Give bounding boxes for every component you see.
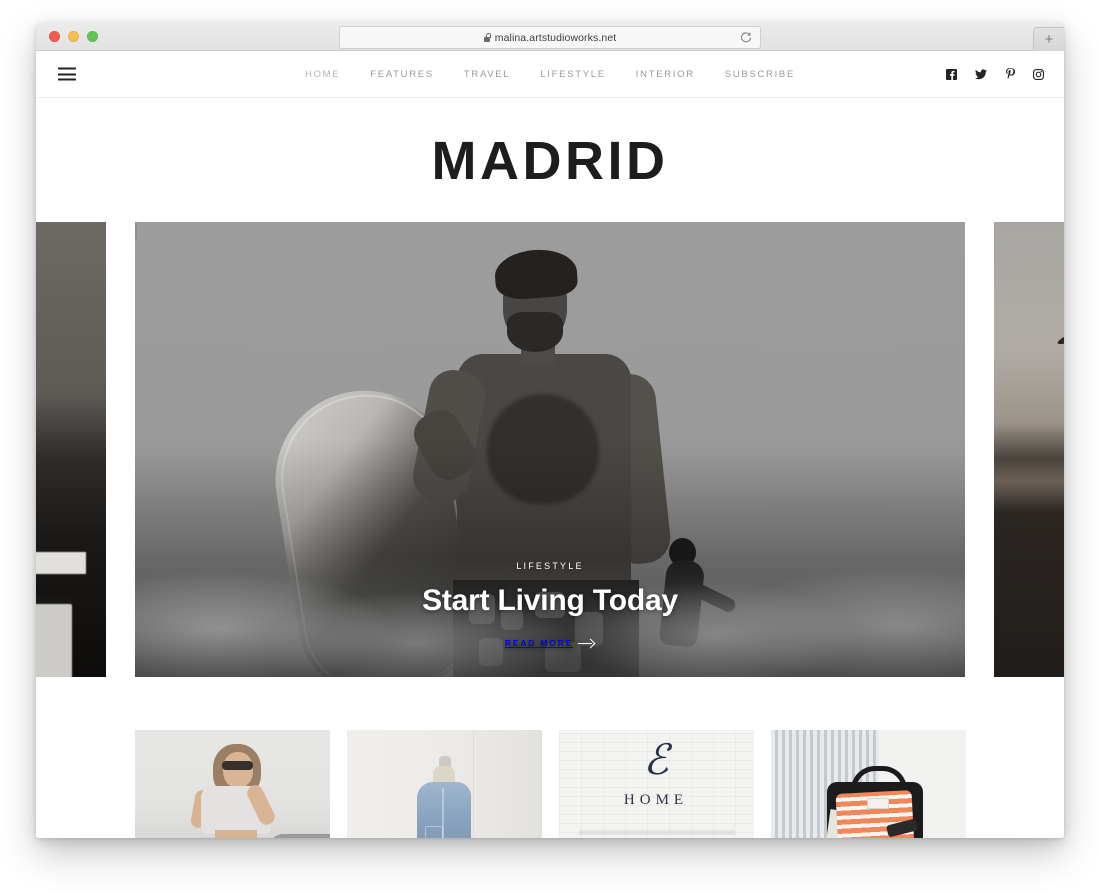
close-window-button[interactable] xyxy=(49,31,60,42)
nav-item-features[interactable]: FEATURES xyxy=(370,69,434,80)
reload-icon[interactable] xyxy=(740,31,752,43)
slider-previous-slide[interactable] xyxy=(36,222,106,677)
hero-slider: LIFESTYLE Start Living Today READ MORE xyxy=(36,222,1064,677)
palm-frond-shape xyxy=(1055,321,1064,348)
thumb1-face-shape xyxy=(222,752,253,788)
lock-icon xyxy=(484,33,491,42)
hamburger-line xyxy=(58,78,76,81)
nav-item-lifestyle[interactable]: LIFESTYLE xyxy=(540,69,605,80)
facebook-icon[interactable] xyxy=(946,68,957,80)
twitter-icon[interactable] xyxy=(975,68,987,80)
pinterest-icon[interactable] xyxy=(1005,68,1015,80)
arrow-right-icon xyxy=(578,639,595,648)
social-links xyxy=(946,68,1044,80)
hamburger-line xyxy=(58,67,76,70)
hero-read-more-label: READ MORE xyxy=(504,638,574,648)
site-title: MADRID xyxy=(431,131,669,191)
site-title-block: MADRID xyxy=(36,98,1064,222)
hamburger-icon[interactable] xyxy=(58,67,76,81)
thumbnail-item[interactable] xyxy=(134,730,330,838)
next-slide-image xyxy=(994,222,1064,677)
nav-item-subscribe[interactable]: SUBSCRIBE xyxy=(725,69,795,80)
page-viewport: HOME FEATURES TRAVEL LIFESTYLE INTERIOR … xyxy=(36,51,1064,838)
drawer-shape xyxy=(36,604,72,677)
maximize-window-button[interactable] xyxy=(87,31,98,42)
thumb1-car-shape xyxy=(268,834,330,838)
primary-nav: HOME FEATURES TRAVEL LIFESTYLE INTERIOR … xyxy=(305,69,795,80)
hamburger-line xyxy=(58,73,76,75)
hero-read-more-link[interactable]: READ MORE xyxy=(505,638,595,648)
hero-caption: LIFESTYLE Start Living Today READ MORE xyxy=(135,561,965,651)
instagram-icon[interactable] xyxy=(1033,68,1044,80)
thumbnail-item[interactable]: ℰ HOME xyxy=(558,730,754,838)
thumb3-awning-shape xyxy=(578,830,735,835)
browser-window: malina.artstudioworks.net + HOME FEATURE… xyxy=(36,22,1064,838)
address-bar-content: malina.artstudioworks.net xyxy=(484,32,617,44)
thumbnail-item[interactable] xyxy=(770,730,966,838)
new-tab-button[interactable]: + xyxy=(1033,27,1064,51)
nav-item-travel[interactable]: TRAVEL xyxy=(464,69,510,80)
url-text: malina.artstudioworks.net xyxy=(494,31,617,44)
slider-next-slide[interactable] xyxy=(994,222,1064,677)
thumb2-wall-edge-shape xyxy=(472,730,474,838)
thumbnail-row: ℰ HOME xyxy=(36,730,1064,838)
home-monogram: ℰ xyxy=(643,738,669,784)
hero-title[interactable]: Start Living Today xyxy=(135,584,965,617)
browser-titlebar: malina.artstudioworks.net + xyxy=(36,22,1064,51)
nav-item-interior[interactable]: INTERIOR xyxy=(636,69,695,80)
hero-slide-active[interactable]: LIFESTYLE Start Living Today READ MORE xyxy=(135,222,965,677)
thumb1-midriff-shape xyxy=(214,830,257,838)
nav-item-home[interactable]: HOME xyxy=(305,69,340,80)
window-controls xyxy=(49,31,98,42)
thumbnail-item[interactable] xyxy=(346,730,542,838)
hero-category[interactable]: LIFESTYLE xyxy=(135,561,965,571)
home-sign-caption: HOME xyxy=(623,792,689,808)
minimize-window-button[interactable] xyxy=(68,31,79,42)
screenshot-canvas: malina.artstudioworks.net + HOME FEATURE… xyxy=(0,0,1100,894)
thumb2-denim-pocket-shape xyxy=(424,826,443,838)
thumb4-shirt-tag-shape xyxy=(866,798,889,809)
thumb1-sunglasses-shape xyxy=(221,761,253,770)
thumbnail-grid-section: ℰ HOME xyxy=(36,677,1064,838)
site-navigation-bar: HOME FEATURES TRAVEL LIFESTYLE INTERIOR … xyxy=(36,51,1064,98)
address-bar[interactable]: malina.artstudioworks.net xyxy=(339,26,761,49)
desk-shape xyxy=(36,552,86,574)
previous-slide-image xyxy=(36,222,106,677)
